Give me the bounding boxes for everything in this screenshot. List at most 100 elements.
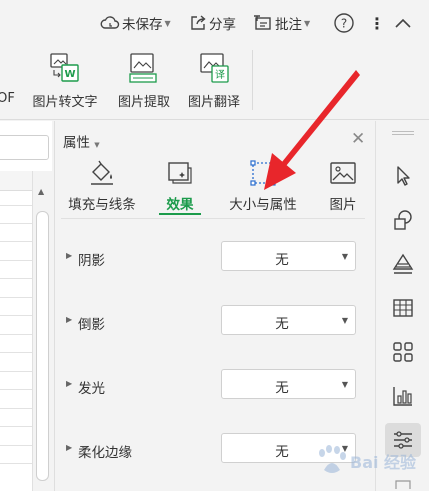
expand-arrow-icon[interactable]: ▶	[66, 315, 72, 324]
save-status-label: 未保存	[122, 17, 163, 33]
collapse-ribbon-button[interactable]	[394, 12, 412, 34]
expand-icon	[395, 480, 411, 489]
row-gridline	[0, 297, 32, 298]
table-icon	[393, 299, 413, 317]
image-extract-label: 图片提取	[117, 95, 170, 110]
scrollbar-thumb[interactable]	[36, 211, 49, 481]
comment-icon	[253, 14, 273, 32]
row-gridline	[0, 426, 32, 427]
reflection-label[interactable]: 倒影	[78, 313, 105, 333]
row-gridline	[0, 408, 32, 409]
row-gridline	[0, 260, 32, 261]
chart-icon	[393, 387, 412, 406]
row-gridline	[0, 371, 32, 372]
glow-value: 无	[275, 380, 289, 396]
shadow-value: 无	[275, 252, 289, 268]
tab-fill-line-label: 填充与线条	[68, 197, 136, 213]
tab-fill-line[interactable]: 填充与线条	[63, 159, 141, 215]
panel-divider	[61, 218, 365, 219]
ribbon-divider	[252, 50, 253, 110]
svg-text:?: ?	[341, 17, 347, 31]
table-tool-button[interactable]	[385, 291, 421, 325]
glow-select[interactable]: 无 ▼	[221, 369, 356, 399]
shadow-select[interactable]: 无 ▼	[221, 241, 356, 271]
soft-edges-row: ▶ 柔化边缘 无 ▼	[55, 433, 375, 467]
soft-edges-select[interactable]: 无 ▼	[221, 433, 356, 463]
shadow-label[interactable]: 阴影	[78, 249, 105, 269]
fill-line-icon	[88, 159, 116, 187]
name-box-input[interactable]	[0, 135, 49, 160]
expand-arrow-icon[interactable]: ▶	[66, 379, 72, 388]
row-gridline	[0, 389, 32, 390]
more-menu-button[interactable]: ⋮	[369, 12, 385, 34]
row-gridline	[0, 352, 32, 353]
more-icon: ⋮	[369, 13, 385, 33]
share-button[interactable]: 分享	[189, 12, 236, 34]
cloud-sync-icon	[100, 15, 120, 31]
shapes-tool-button[interactable]	[385, 203, 421, 237]
svg-text:W: W	[64, 69, 75, 80]
share-label: 分享	[209, 17, 236, 33]
row-gridline	[0, 223, 32, 224]
share-icon	[189, 14, 207, 32]
picture-icon	[329, 159, 357, 187]
image-to-text-label: 图片转文字	[32, 95, 98, 110]
row-gridline	[0, 205, 32, 206]
chevron-down-icon: ▼	[92, 141, 100, 149]
row-gridline	[0, 241, 32, 242]
ribbon-partial-label: OF	[0, 91, 15, 106]
soft-edges-label[interactable]: 柔化边缘	[78, 441, 132, 461]
svg-text:译: 译	[215, 69, 225, 81]
tab-picture[interactable]: 图片	[322, 159, 364, 215]
fill-style-button[interactable]	[385, 247, 421, 281]
reflection-select[interactable]: 无 ▼	[221, 305, 356, 335]
panel-title-dropdown[interactable]: 属性 ▼	[63, 131, 100, 151]
chart-tool-button[interactable]	[385, 379, 421, 413]
ribbon-partial-button[interactable]: OF	[0, 50, 16, 112]
scroll-up-icon[interactable]: ▲	[38, 187, 44, 196]
fill-style-icon	[392, 253, 414, 274]
select-tool-button[interactable]	[385, 159, 421, 193]
help-button[interactable]: ?	[333, 12, 355, 34]
image-to-text-button[interactable]: W 图片转文字	[27, 50, 103, 112]
help-icon: ?	[334, 13, 354, 33]
expand-panel-button[interactable]	[385, 467, 421, 491]
properties-tool-button[interactable]	[385, 423, 421, 457]
review-label: 批注	[275, 17, 302, 33]
grid-apps-icon	[393, 342, 413, 362]
save-status-button[interactable]: 未保存 ▼	[100, 12, 171, 34]
size-props-icon	[249, 159, 277, 187]
row-gridline	[0, 278, 32, 279]
tab-size-properties[interactable]: 大小与属性	[218, 159, 308, 215]
soft-edges-value: 无	[275, 444, 289, 460]
vertical-scrollbar[interactable]: ▲	[32, 171, 52, 491]
image-translate-label: 图片翻译	[187, 95, 240, 110]
apps-tool-button[interactable]	[385, 335, 421, 369]
chevron-down-icon: ▼	[341, 316, 348, 325]
properties-sliders-icon	[394, 431, 412, 449]
image-extract-button[interactable]: 图片提取	[112, 50, 176, 112]
glow-label[interactable]: 发光	[78, 377, 105, 397]
image-to-text-icon: W	[48, 50, 82, 84]
glow-row: ▶ 发光 无 ▼	[55, 369, 375, 403]
side-toolbar	[375, 121, 429, 491]
drag-handle[interactable]	[392, 131, 414, 135]
title-bar: 未保存 ▼ 分享 批注 ▼ ? ⋮	[0, 0, 429, 46]
row-gridline	[0, 463, 32, 464]
reflection-row: ▶ 倒影 无 ▼	[55, 305, 375, 339]
shadow-row: ▶ 阴影 无 ▼	[55, 241, 375, 275]
tab-effects[interactable]: 效果	[155, 159, 205, 215]
expand-arrow-icon[interactable]: ▶	[66, 251, 72, 260]
reflection-value: 无	[275, 316, 289, 332]
expand-arrow-icon[interactable]: ▶	[66, 443, 72, 452]
image-translate-icon: 译	[197, 50, 231, 84]
shapes-icon	[394, 210, 412, 230]
review-button[interactable]: 批注 ▼	[253, 12, 310, 34]
close-icon[interactable]: ✕	[351, 129, 365, 149]
spreadsheet-area: ▲	[0, 121, 52, 491]
row-gridline	[0, 315, 32, 316]
chevron-down-icon: ▼	[164, 18, 171, 28]
active-tab-indicator	[159, 213, 201, 215]
image-translate-button[interactable]: 译 图片翻译	[182, 50, 246, 112]
panel-title: 属性	[63, 135, 90, 151]
